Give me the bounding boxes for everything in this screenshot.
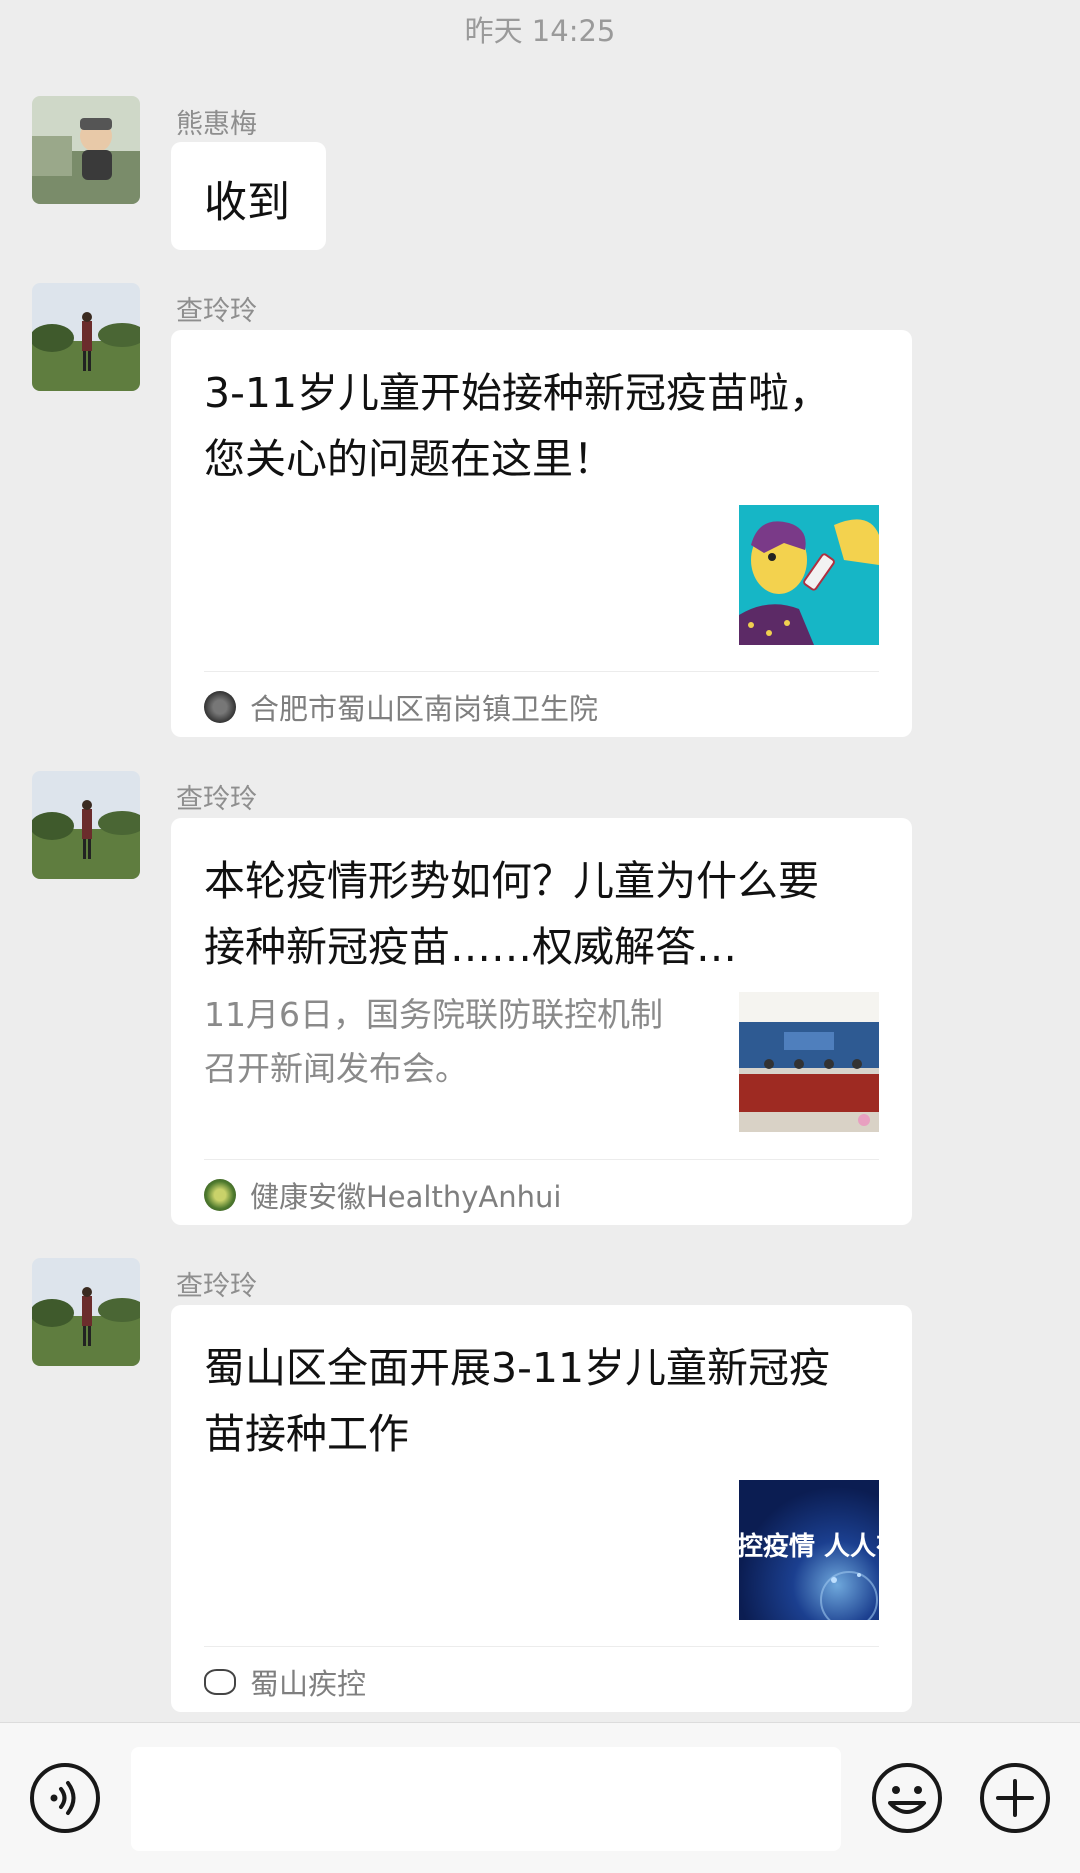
message-text: 收到 <box>204 178 290 228</box>
sender-name: 熊惠梅 <box>176 109 257 140</box>
link-card[interactable]: 蜀山区全面开展3-11岁儿童新冠疫苗接种工作 控疫情 人人有 <box>171 1305 912 1712</box>
source-name: 蜀山疾控 <box>250 1667 367 1701</box>
card-source[interactable]: 健康安徽HealthyAnhui <box>204 1174 561 1216</box>
card-thumbnail <box>739 505 879 645</box>
source-logo-icon <box>204 1669 236 1695</box>
source-name: 合肥市蜀山区南岗镇卫生院 <box>250 692 599 726</box>
sender-name: 查玲玲 <box>176 296 257 327</box>
message-input[interactable] <box>131 1747 841 1851</box>
card-title: 3-11岁儿童开始接种新冠疫苗啦，您关心的问题在这里！ <box>204 369 831 483</box>
card-source[interactable]: 合肥市蜀山区南岗镇卫生院 <box>204 686 598 728</box>
avatar-sender-1[interactable] <box>32 96 140 204</box>
card-thumbnail <box>739 992 879 1132</box>
card-title: 蜀山区全面开展3-11岁儿童新冠疫苗接种工作 <box>204 1344 831 1458</box>
avatar-sender-4[interactable] <box>32 1258 140 1366</box>
avatar-sender-2[interactable] <box>32 283 140 391</box>
source-name: 健康安徽HealthyAnhui <box>250 1180 562 1214</box>
sender-name: 查玲玲 <box>176 784 257 815</box>
plus-icon[interactable] <box>978 1761 1052 1835</box>
link-card[interactable]: 3-11岁儿童开始接种新冠疫苗啦，您关心的问题在这里！ 合肥市蜀山区南岗镇卫生院 <box>171 330 912 737</box>
card-title: 本轮疫情形势如何？儿童为什么要接种新冠疫苗……权威解答… <box>204 857 819 971</box>
emoji-icon[interactable] <box>870 1761 944 1835</box>
chat-timestamp: 昨天 14:25 <box>464 14 616 48</box>
text-message-bubble[interactable]: 收到 <box>171 142 326 250</box>
chat-input-toolbar <box>0 1722 1080 1873</box>
avatar-sender-3[interactable] <box>32 771 140 879</box>
card-divider <box>204 1159 879 1160</box>
card-description: 11月6日，国务院联防联控机制召开新闻发布会。 <box>204 995 663 1088</box>
link-card[interactable]: 本轮疫情形势如何？儿童为什么要接种新冠疫苗……权威解答… 11月6日，国务院联防… <box>171 818 912 1225</box>
thumbnail-caption: 控疫情 人人有 <box>739 1531 879 1562</box>
voice-icon[interactable] <box>28 1761 102 1835</box>
sender-name: 查玲玲 <box>176 1271 257 1302</box>
card-divider <box>204 1646 879 1647</box>
card-source[interactable]: 蜀山疾控 <box>204 1661 366 1703</box>
source-logo-icon <box>204 691 236 723</box>
card-divider <box>204 671 879 672</box>
card-thumbnail: 控疫情 人人有 <box>739 1480 879 1620</box>
source-logo-icon <box>204 1179 236 1211</box>
